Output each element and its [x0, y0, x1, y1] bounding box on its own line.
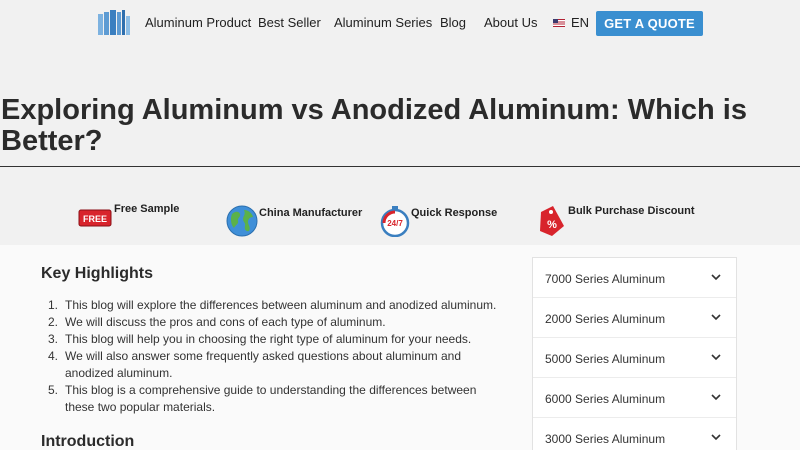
list-item: 3. This blog will help you in choosing th…	[48, 332, 472, 346]
chevron-down-icon	[711, 314, 721, 321]
language-label: EN	[571, 15, 590, 30]
key-highlights-list: 1. This blog will explore the differences…	[48, 297, 508, 416]
logo-icon[interactable]	[98, 10, 132, 36]
get-a-quote-button[interactable]: GET A QUOTE	[596, 11, 703, 36]
svg-text:24/7: 24/7	[387, 219, 403, 228]
chevron-down-icon	[711, 394, 721, 401]
list-item: 4. We will also answer some frequently as…	[48, 349, 461, 380]
nav-aluminum-series[interactable]: Aluminum Series	[334, 15, 432, 30]
series-item-6000[interactable]: 6000 Series Aluminum	[533, 378, 736, 418]
svg-text:FREE: FREE	[83, 214, 107, 224]
free-badge-icon: FREE	[78, 209, 112, 227]
nav-about-us[interactable]: About Us	[484, 15, 537, 30]
series-item-5000[interactable]: 5000 Series Aluminum	[533, 338, 736, 378]
nav-best-seller[interactable]: Best Seller	[258, 15, 321, 30]
list-item: 5. This blog is a comprehensive guide to …	[48, 383, 477, 414]
series-item-2000[interactable]: 2000 Series Aluminum	[533, 298, 736, 338]
chevron-down-icon	[711, 274, 721, 281]
feature-label: Quick Response	[411, 207, 498, 219]
feature-label: Free Sample	[114, 203, 180, 215]
chevron-down-icon	[711, 434, 721, 441]
title-divider	[0, 166, 800, 167]
stopwatch-24-7-icon: 24/7	[380, 206, 410, 237]
series-item-3000[interactable]: 3000 Series Aluminum	[533, 418, 736, 450]
svg-text:%: %	[547, 219, 557, 231]
globe-icon	[226, 205, 258, 237]
site-header: Aluminum Product Best Seller Aluminum Se…	[0, 0, 800, 46]
us-flag-icon	[553, 18, 565, 27]
list-item: 1. This blog will explore the differences…	[48, 298, 497, 312]
feature-label: Bulk Purchase Discount	[568, 205, 695, 217]
feature-label: China Manufacturer	[259, 207, 363, 219]
nav-aluminum-product[interactable]: Aluminum Product	[145, 15, 251, 30]
feature-china-manufacturer: China Manufacturer	[226, 205, 362, 237]
series-sidebar: 7000 Series Aluminum 2000 Series Aluminu…	[532, 257, 737, 450]
feature-free-sample: FREE Free Sample	[78, 203, 179, 229]
discount-tag-icon: %	[540, 206, 564, 236]
key-highlights-heading: Key Highlights	[41, 265, 154, 282]
language-selector[interactable]: EN	[553, 15, 589, 30]
series-item-7000[interactable]: 7000 Series Aluminum	[533, 258, 736, 298]
feature-bulk-discount: % Bulk Purchase Discount	[537, 204, 695, 238]
feature-quick-response: 24/7 Quick Response	[379, 205, 497, 237]
list-item: 2. We will discuss the pros and cons of e…	[48, 315, 386, 329]
chevron-down-icon	[711, 354, 721, 361]
nav-blog[interactable]: Blog	[440, 15, 466, 30]
introduction-heading: Introduction	[41, 433, 135, 450]
page-title: Exploring Aluminum vs Anodized Aluminum:…	[1, 94, 747, 157]
